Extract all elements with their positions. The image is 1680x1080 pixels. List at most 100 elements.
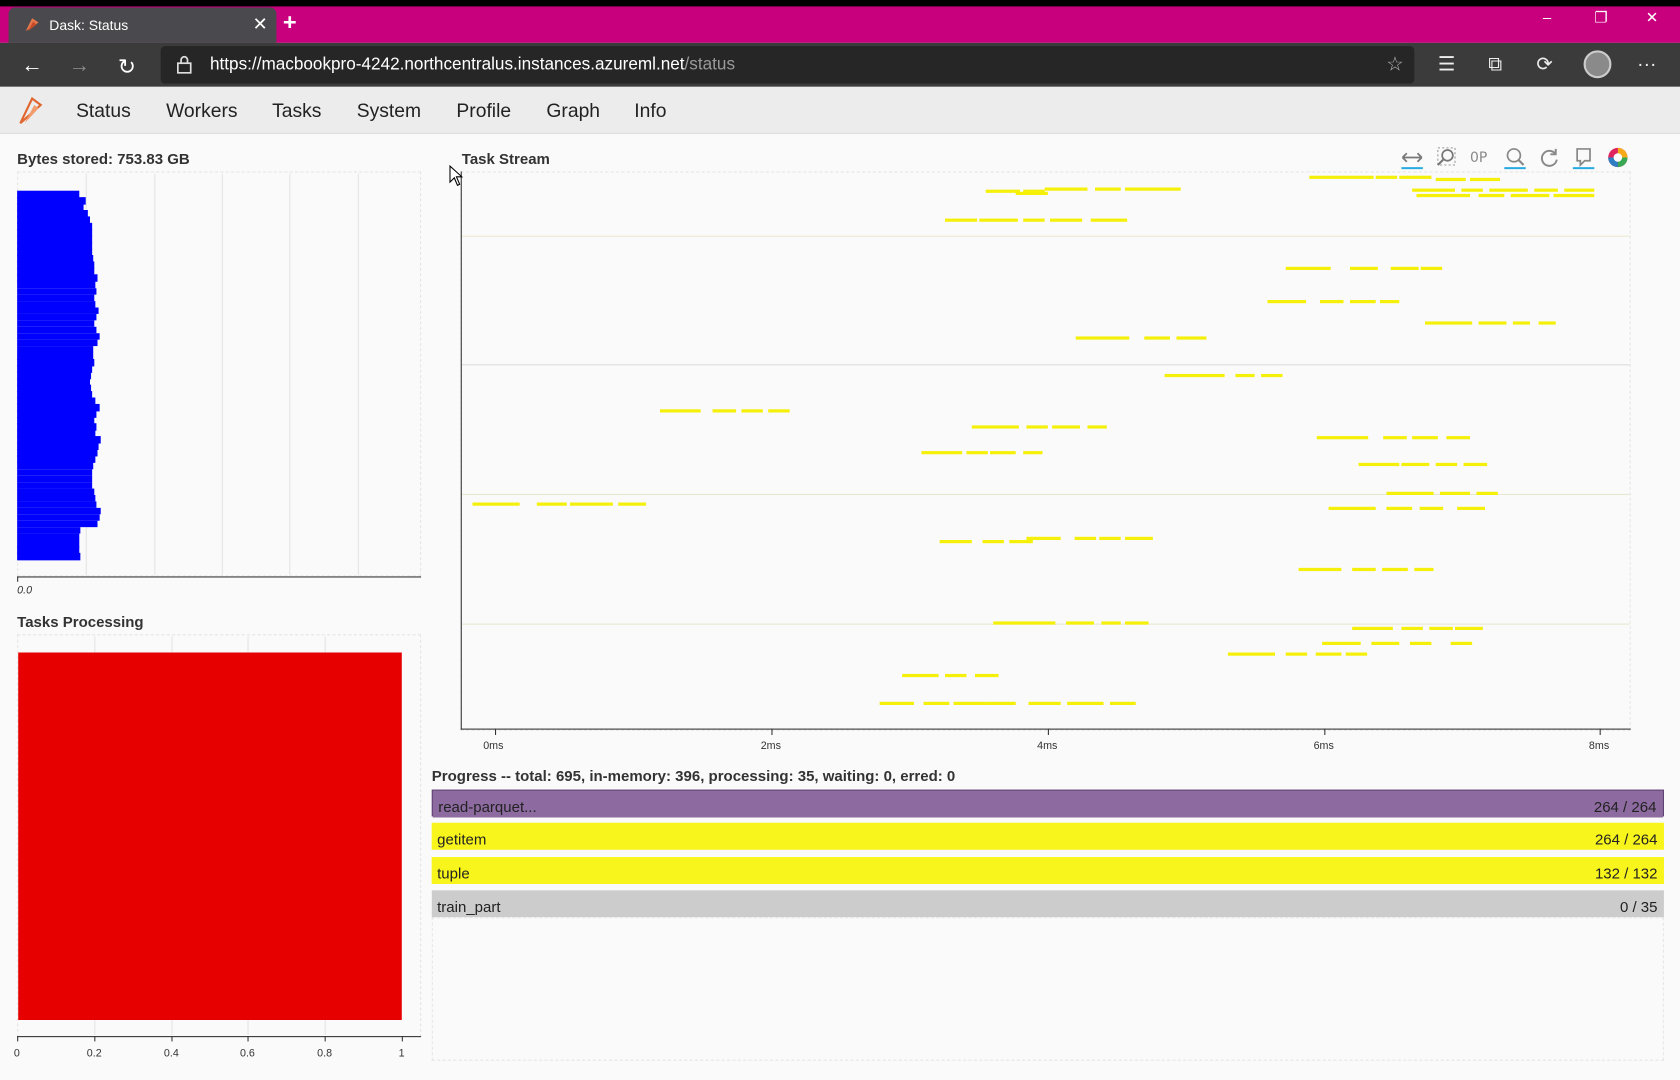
new-tab-button[interactable]: +	[283, 9, 297, 37]
task-rect	[979, 218, 1018, 222]
dask-favicon-icon	[25, 18, 39, 32]
wheel-zoom-icon[interactable]: 0P	[1469, 146, 1493, 170]
task-rect	[1512, 321, 1531, 325]
tasks-tick-label: 0.4	[163, 1047, 179, 1060]
forward-icon[interactable]: →	[69, 54, 90, 79]
favorites-icon[interactable]: ☰	[1438, 54, 1455, 77]
progress-row[interactable]: train_part 0 / 35	[431, 890, 1664, 918]
task-rect	[1489, 188, 1528, 192]
nav-info[interactable]: Info	[634, 100, 666, 123]
titlebar-top-edge	[0, 0, 1680, 7]
task-rect	[1435, 177, 1466, 182]
mouse-cursor-icon	[449, 165, 464, 187]
pan-tool-icon[interactable]	[1400, 146, 1424, 170]
hover-tool-icon[interactable]	[1572, 146, 1596, 170]
bytes-stored-title: Bytes stored: 753.83 GB	[17, 150, 190, 168]
task-rect	[660, 409, 701, 413]
close-window-icon[interactable]: ✕	[1646, 9, 1659, 27]
stream-tick-label: 2ms	[760, 740, 781, 753]
task-rect	[1023, 218, 1045, 222]
nav-graph[interactable]: Graph	[546, 100, 600, 123]
task-rect	[1155, 187, 1181, 191]
task-rect	[1052, 425, 1081, 429]
progress-count: 264 / 264	[1593, 798, 1657, 816]
task-rect	[570, 502, 613, 506]
tick-mark	[1599, 728, 1601, 736]
nav-tasks[interactable]: Tasks	[272, 100, 321, 123]
task-stream-y-axis	[460, 171, 462, 730]
more-options-icon[interactable]: ···	[1637, 54, 1656, 77]
task-rect	[975, 673, 999, 678]
minimize-icon[interactable]: –	[1543, 9, 1551, 26]
task-rect	[1412, 436, 1438, 440]
reset-icon[interactable]	[1538, 146, 1562, 170]
progress-fill	[432, 790, 1663, 818]
task-rect	[1125, 187, 1156, 191]
progress-row[interactable]: tuple 132 / 132	[431, 857, 1664, 884]
avatar[interactable]	[1583, 50, 1612, 79]
task-rect	[618, 502, 647, 506]
task-rect	[1087, 425, 1107, 429]
task-rect	[1461, 188, 1483, 192]
task-rect	[945, 673, 967, 678]
task-rect	[985, 701, 1016, 706]
zoom-in-icon[interactable]	[1503, 146, 1527, 170]
bytes-x-axis	[17, 576, 422, 578]
task-rect	[1450, 641, 1473, 646]
bokeh-logo-icon[interactable]	[1606, 146, 1630, 170]
tick-mark	[1047, 728, 1049, 736]
nav-workers[interactable]: Workers	[166, 100, 237, 123]
task-rect	[768, 409, 790, 413]
task-rect	[1412, 188, 1456, 192]
task-stream-plot[interactable]	[460, 171, 1631, 731]
task-rect	[1285, 266, 1331, 271]
grid-line	[357, 173, 359, 576]
restore-icon[interactable]: ❐	[1594, 9, 1607, 27]
task-rect	[1358, 462, 1400, 467]
address-bar[interactable]: https://macbookpro-4242.northcentralus.i…	[160, 46, 1415, 84]
back-icon[interactable]: ←	[21, 54, 42, 79]
progress-task-name: read-parquet...	[438, 798, 537, 816]
progress-row[interactable]: read-parquet... 264 / 264	[431, 789, 1664, 818]
task-rect	[982, 540, 1004, 544]
bytes-x-tick	[17, 576, 19, 582]
tasks-x-axis	[17, 1036, 422, 1038]
stream-tick-label: 6ms	[1313, 740, 1334, 753]
nav-status[interactable]: Status	[76, 100, 131, 123]
collections-icon[interactable]: ⧉	[1488, 54, 1502, 77]
dask-logo-icon[interactable]	[17, 95, 45, 125]
tick-mark	[324, 1036, 326, 1042]
profile-sync-icon[interactable]: ⟳	[1536, 54, 1552, 77]
progress-plot-area[interactable]	[431, 917, 1664, 1061]
tick-mark	[401, 1036, 403, 1042]
tab-close-icon[interactable]: ✕	[253, 14, 268, 35]
favorite-star-icon[interactable]: ☆	[1386, 54, 1403, 77]
refresh-icon[interactable]: ↻	[118, 54, 136, 81]
task-rect	[1429, 626, 1453, 631]
task-rect	[1463, 462, 1488, 467]
task-rect	[966, 451, 988, 455]
tick-mark	[247, 1036, 249, 1042]
task-rect	[1435, 462, 1458, 467]
task-rect	[1164, 373, 1225, 378]
box-zoom-icon[interactable]	[1435, 146, 1459, 170]
grid-line	[154, 173, 156, 576]
task-rect	[971, 425, 1019, 429]
task-rect	[1390, 266, 1419, 271]
task-rect	[1227, 652, 1276, 656]
bytes-bar	[17, 552, 81, 560]
task-rect	[1476, 491, 1498, 496]
browser-tab[interactable]: Dask: Status ✕	[8, 7, 277, 43]
progress-title: Progress -- total: 695, in-memory: 396, …	[431, 767, 956, 785]
task-rect	[1534, 188, 1558, 192]
nav-profile[interactable]: Profile	[456, 100, 511, 123]
task-rect	[1375, 175, 1398, 179]
progress-row[interactable]: getitem 264 / 264	[431, 822, 1664, 850]
task-rect	[1316, 436, 1369, 440]
task-rect	[1110, 701, 1136, 706]
task-rect	[1457, 506, 1486, 511]
nav-system[interactable]: System	[357, 100, 421, 123]
dask-navbar: Status Workers Tasks System Profile Grap…	[0, 86, 1680, 134]
tasks-tick-label: 0.8	[317, 1047, 333, 1060]
progress-count: 0 / 35	[1619, 897, 1658, 916]
